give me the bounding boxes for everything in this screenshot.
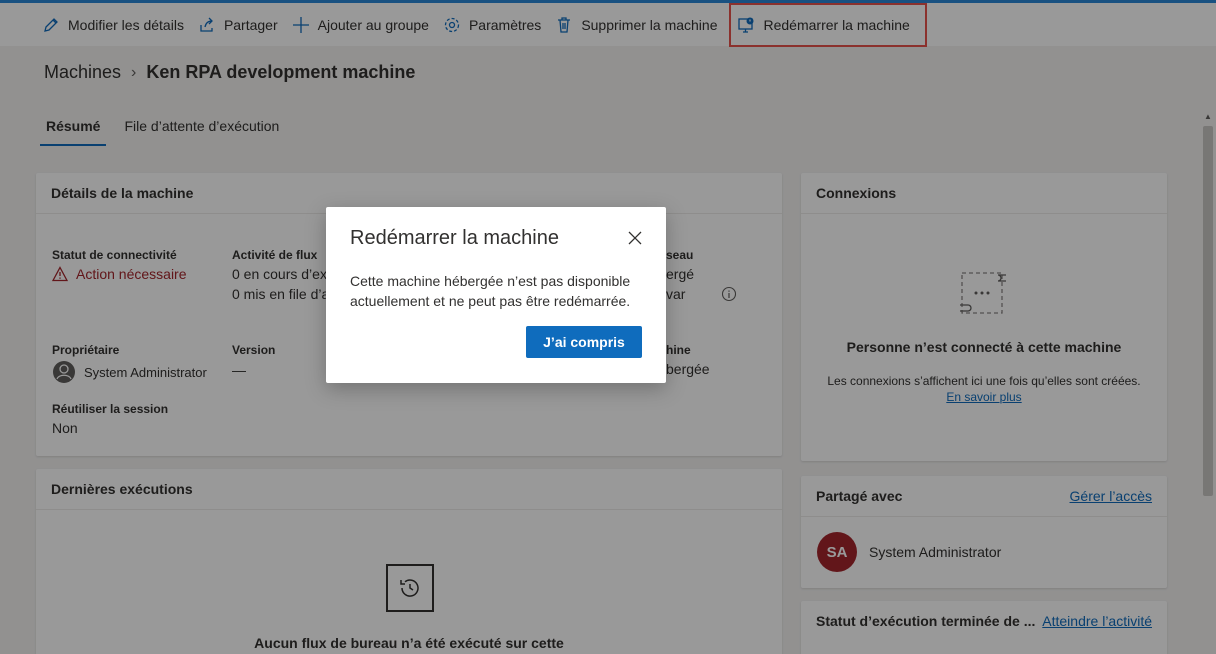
close-icon[interactable] [624,227,646,249]
acknowledge-button[interactable]: J’ai compris [526,326,642,358]
dialog-title: Redémarrer la machine [350,227,559,249]
dialog-message: Cette machine hébergée n’est pas disponi… [350,273,631,309]
restart-machine-dialog: Redémarrer la machine Cette machine hébe… [326,207,666,383]
